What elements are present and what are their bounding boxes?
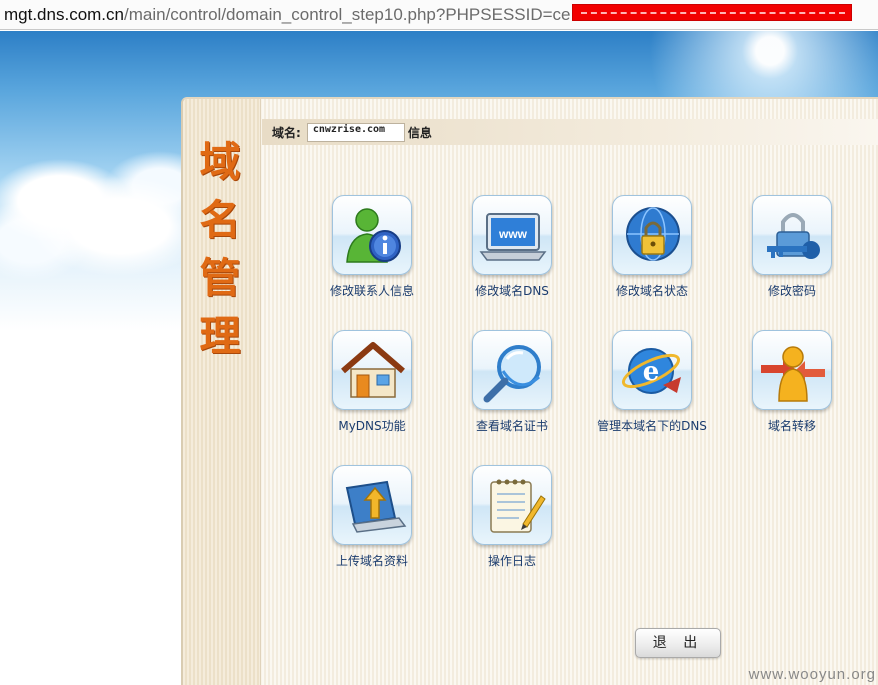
watermark-text: www.wooyun.org bbox=[748, 666, 876, 683]
tile-modify-status[interactable]: 修改域名状态 bbox=[587, 195, 717, 299]
monitor-www-icon: www bbox=[472, 195, 552, 275]
tile-label: MyDNS功能 bbox=[338, 419, 406, 433]
info-label: 信息 bbox=[407, 125, 432, 140]
tile-label: 修改域名DNS bbox=[475, 284, 549, 298]
notepad-icon bbox=[472, 465, 552, 545]
page-title: 域名管理 bbox=[199, 138, 241, 360]
tile-domain-transfer[interactable]: 域名转移 bbox=[727, 330, 857, 434]
ie-globe-icon: e bbox=[612, 330, 692, 410]
tile-manage-dns[interactable]: e 管理本域名下的DNS bbox=[587, 330, 717, 434]
globe-lock-icon bbox=[612, 195, 692, 275]
tile-mydns[interactable]: MyDNS功能 bbox=[307, 330, 437, 434]
domain-field[interactable]: cnwzrise.com bbox=[306, 122, 405, 142]
svg-text:e: e bbox=[643, 357, 660, 387]
laptop-upload-icon bbox=[332, 465, 412, 545]
tile-label: 查看域名证书 bbox=[475, 419, 548, 433]
url-host: mgt.dns.com.cn bbox=[4, 5, 124, 24]
tile-label: 管理本域名下的DNS bbox=[597, 419, 707, 433]
tile-label: 修改域名状态 bbox=[615, 284, 688, 298]
tile-upload-documents[interactable]: 上传域名资料 bbox=[307, 465, 437, 569]
domain-info-row: 域名: cnwzrise.com 信息 bbox=[262, 119, 878, 145]
address-bar[interactable]: mgt.dns.com.cn/main/control/domain_contr… bbox=[0, 0, 878, 30]
user-transfer-icon bbox=[752, 330, 832, 410]
tile-view-certificate[interactable]: 查看域名证书 bbox=[447, 330, 577, 434]
tile-label: 修改联系人信息 bbox=[329, 284, 414, 298]
tile-label: 域名转移 bbox=[767, 419, 816, 433]
tile-modify-password[interactable]: 修改密码 bbox=[727, 195, 857, 299]
logout-button[interactable]: 退 出 bbox=[635, 628, 721, 658]
tile-label: 修改密码 bbox=[767, 284, 816, 298]
tile-label: 操作日志 bbox=[487, 554, 536, 568]
redaction-block bbox=[572, 4, 852, 21]
domain-management-panel: 域名管理 域名: cnwzrise.com 信息 修改联系人信息 www 修改域… bbox=[181, 97, 878, 685]
cloud-decoration bbox=[0, 141, 200, 291]
svg-text:www: www bbox=[498, 227, 528, 241]
tile-modify-contact[interactable]: 修改联系人信息 bbox=[307, 195, 437, 299]
tile-label: 上传域名资料 bbox=[335, 554, 408, 568]
domain-label: 域名: bbox=[272, 125, 301, 140]
main-area: 域名: cnwzrise.com 信息 修改联系人信息 www 修改域名DNS … bbox=[262, 99, 878, 685]
magnifier-icon bbox=[472, 330, 552, 410]
key-lock-icon bbox=[752, 195, 832, 275]
side-strip: 域名管理 bbox=[183, 99, 261, 685]
tile-operation-log[interactable]: 操作日志 bbox=[447, 465, 577, 569]
house-icon bbox=[332, 330, 412, 410]
contact-info-icon bbox=[332, 195, 412, 275]
url-path: /main/control/domain_control_step10.php?… bbox=[124, 5, 571, 24]
tile-modify-dns[interactable]: www 修改域名DNS bbox=[447, 195, 577, 299]
